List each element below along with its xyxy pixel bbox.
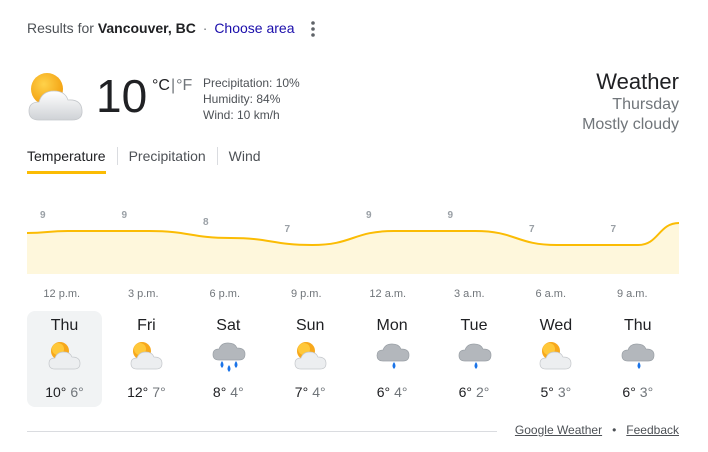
- day-card[interactable]: Thu 6° 3°: [600, 311, 675, 407]
- rain-showers-icon: [210, 339, 248, 373]
- day-temps: 6° 2°: [437, 384, 512, 400]
- high-temp: 7°: [294, 384, 309, 400]
- x-tick-label: 6 p.m.: [209, 288, 240, 300]
- data-label: 7: [611, 224, 617, 235]
- day-name: Sat: [216, 317, 241, 334]
- partly-cloudy-icon: [537, 339, 575, 373]
- data-label: 9: [366, 210, 372, 221]
- data-label: 9: [448, 210, 454, 221]
- low-temp: 6°: [70, 384, 84, 400]
- weather-title: Weather: [596, 69, 679, 94]
- footer-dot: •: [612, 423, 617, 437]
- light-rain-icon: [619, 339, 657, 373]
- unit-divider: |: [170, 77, 176, 94]
- day-card[interactable]: Sat 8° 4°: [191, 311, 266, 407]
- day-temps: 10° 6°: [27, 384, 102, 400]
- day-temps: 7° 4°: [273, 384, 348, 400]
- partly-cloudy-icon: [46, 339, 84, 373]
- high-temp: 5°: [540, 384, 554, 400]
- x-tick-label: 9 a.m.: [617, 288, 648, 300]
- day-card[interactable]: Thu 10° 6°: [27, 311, 102, 407]
- day-name: Tue: [460, 317, 488, 334]
- data-label: 8: [203, 217, 209, 228]
- day-temps: 6° 3°: [600, 384, 675, 400]
- unit-celsius[interactable]: °C: [152, 77, 170, 94]
- location-name: Vancouver, BC: [97, 20, 196, 36]
- day-name: Wed: [539, 317, 573, 334]
- temperature-chart: 9 9 8 7 9 9 7 7 12 p.m. 3 p.m. 6 p.m. 9 p.m. 12 a.m…: [27, 210, 679, 300]
- day-name: Mon: [376, 317, 408, 334]
- footer-divider: [27, 431, 497, 432]
- low-temp: 2°: [476, 384, 490, 400]
- low-temp: 3°: [639, 384, 654, 400]
- weather-condition: Mostly cloudy: [582, 116, 679, 133]
- data-label: 7: [285, 224, 291, 235]
- tab-wind[interactable]: Wind: [229, 146, 261, 174]
- high-temp: 6°: [458, 384, 472, 400]
- wind-text: Wind: 10 km/h: [203, 108, 280, 122]
- day-temps: 5° 3°: [518, 384, 593, 400]
- day-card[interactable]: Tue 6° 2°: [437, 311, 512, 407]
- high-temp: 10°: [45, 384, 67, 400]
- high-temp: 6°: [376, 384, 391, 400]
- low-temp: 3°: [557, 384, 572, 400]
- light-rain-icon: [456, 339, 494, 373]
- low-temp: 4°: [312, 384, 326, 400]
- footer: Google Weather • Feedback: [515, 423, 679, 437]
- feedback-link[interactable]: Feedback: [626, 423, 679, 437]
- mostly-cloudy-icon: [25, 70, 87, 126]
- low-temp: 4°: [230, 384, 244, 400]
- high-temp: 6°: [622, 384, 636, 400]
- day-card[interactable]: Wed 5° 3°: [518, 311, 593, 407]
- more-vert-icon[interactable]: [306, 18, 320, 40]
- unit-fahrenheit[interactable]: °F: [176, 77, 192, 94]
- x-tick-label: 9 p.m.: [291, 288, 322, 300]
- results-prefix: Results for: [27, 20, 94, 36]
- x-tick-label: 3 a.m.: [454, 288, 485, 300]
- high-temp: 12°: [127, 384, 149, 400]
- light-rain-icon: [374, 339, 412, 373]
- results-line: Results for Vancouver, BC · Choose area: [27, 20, 294, 36]
- tab-temperature[interactable]: Temperature: [27, 146, 106, 174]
- day-temps: 8° 4°: [191, 384, 266, 400]
- forecast-tabs: Temperature Precipitation Wind: [27, 146, 261, 174]
- day-card[interactable]: Sun 7° 4°: [273, 311, 348, 407]
- low-temp: 7°: [152, 384, 166, 400]
- daily-forecast: Thu 10° 6° Fri 12° 7° Sat 8° 4° Sun 7° 4° Mon 6° 4° Tue…: [27, 311, 685, 407]
- data-label: 9: [40, 210, 46, 221]
- day-temps: 12° 7°: [109, 384, 184, 400]
- tab-divider: [216, 147, 218, 165]
- separator-dot: ·: [202, 20, 208, 36]
- weather-details: Precipitation: 10% Humidity: 84% Wind: 1…: [203, 75, 300, 123]
- x-tick-label: 3 p.m.: [128, 288, 159, 300]
- day-card[interactable]: Mon 6° 4°: [355, 311, 430, 407]
- current-temperature: 10: [96, 70, 148, 122]
- day-card[interactable]: Fri 12° 7°: [109, 311, 184, 407]
- tab-divider: [116, 147, 118, 165]
- weather-summary: Weather Thursday Mostly cloudy: [582, 69, 679, 135]
- day-name: Thu: [50, 317, 79, 334]
- low-temp: 4°: [394, 384, 408, 400]
- tab-precipitation[interactable]: Precipitation: [129, 146, 206, 174]
- google-weather-link[interactable]: Google Weather: [515, 423, 602, 437]
- choose-area-link[interactable]: Choose area: [214, 20, 294, 36]
- day-name: Fri: [137, 317, 156, 334]
- day-name: Sun: [295, 317, 325, 334]
- day-temps: 6° 4°: [355, 384, 430, 400]
- x-tick-label: 6 a.m.: [535, 288, 566, 300]
- partly-cloudy-icon: [292, 339, 330, 373]
- weather-day: Thursday: [612, 96, 679, 113]
- unit-toggle: °C|°F: [152, 77, 192, 95]
- precipitation-text: Precipitation: 10%: [203, 76, 300, 90]
- x-tick-label: 12 a.m.: [369, 288, 406, 300]
- partly-cloudy-icon: [128, 339, 166, 373]
- day-name: Thu: [624, 317, 652, 334]
- humidity-text: Humidity: 84%: [203, 92, 281, 106]
- data-label: 9: [122, 210, 128, 221]
- data-label: 7: [529, 224, 535, 235]
- x-tick-label: 12 p.m.: [43, 288, 80, 300]
- high-temp: 8°: [212, 384, 227, 400]
